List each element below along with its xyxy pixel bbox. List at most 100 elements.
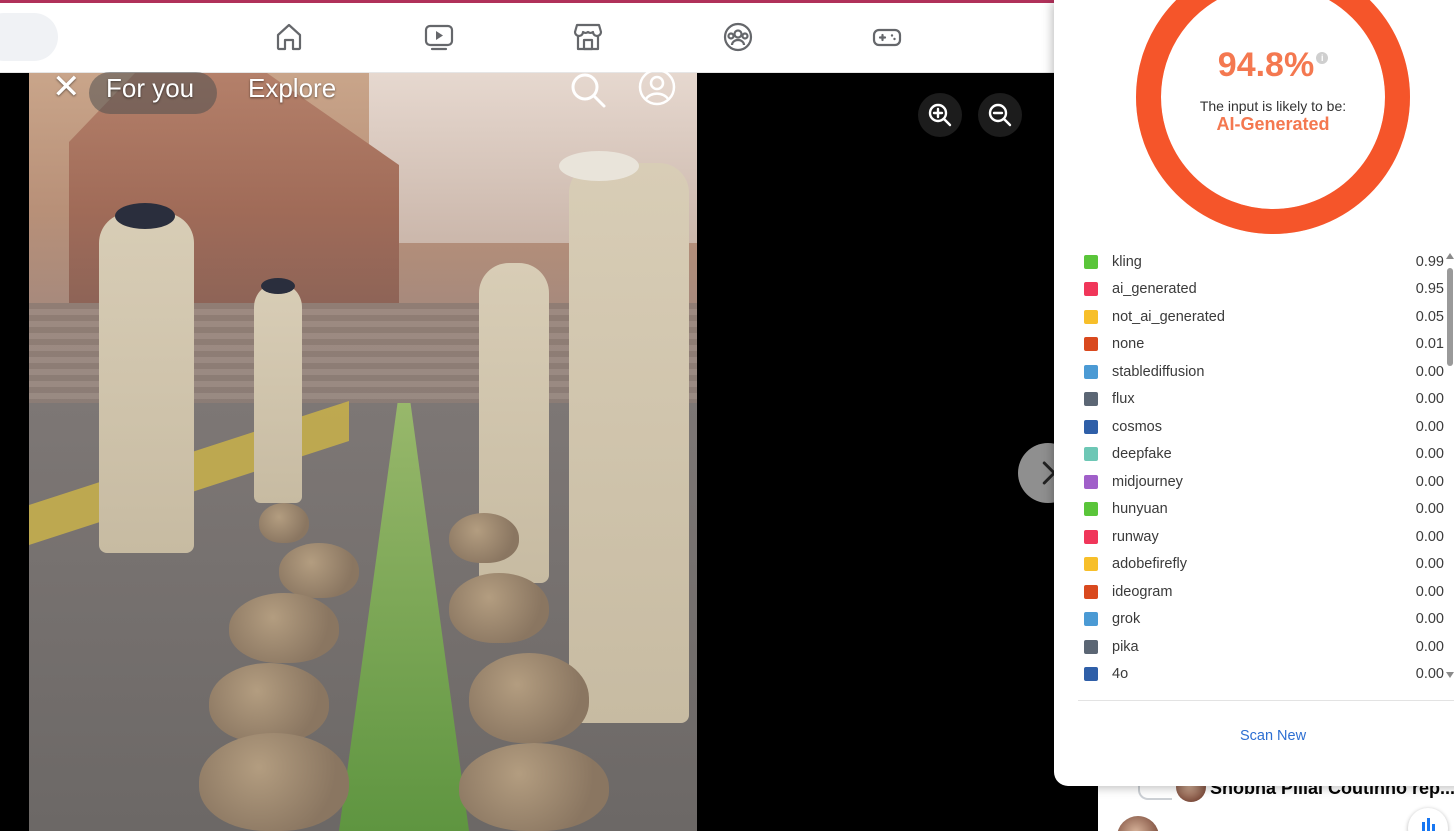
legend-swatch [1084,254,1098,269]
score-value: 0.01 [1415,336,1444,353]
score-row: deepfake 0.00 [1084,441,1444,469]
zoom-out-button[interactable] [978,93,1022,137]
scrollbar-thumb[interactable] [1447,268,1453,366]
score-value: 0.00 [1415,501,1444,518]
scroll-up-arrow[interactable] [1446,253,1454,259]
score-label: grok [1112,611,1141,628]
likely-label: The input is likely to be: [1199,98,1347,114]
ai-detector-panel: 94.8% i The input is likely to be: AI-Gen… [1054,0,1454,786]
divider [1078,700,1454,701]
score-value: 0.00 [1415,391,1444,408]
score-percent: 94.8% i [1054,46,1454,85]
zoom-out-icon [988,103,1012,127]
score-row: ai_generated 0.95 [1084,276,1444,304]
score-value: 0.00 [1415,528,1444,545]
score-label: flux [1112,391,1135,408]
legend-swatch [1084,612,1098,627]
score-value: 0.99 [1415,253,1444,270]
score-value: 0.00 [1415,363,1444,380]
score-row: kling 0.99 [1084,248,1444,276]
legend-swatch [1084,309,1098,324]
video-monkey [459,743,609,831]
home-icon[interactable] [272,20,306,54]
legend-swatch [1084,584,1098,599]
legend-swatch [1084,502,1098,517]
marketplace-icon[interactable] [571,20,605,54]
legend-swatch [1084,392,1098,407]
score-row: runway 0.00 [1084,523,1444,551]
score-row: midjourney 0.00 [1084,468,1444,496]
score-value: 0.00 [1415,611,1444,628]
search-icon[interactable] [568,70,608,110]
video-frame[interactable] [29,73,697,831]
legend-swatch [1084,337,1098,352]
video-monkey [449,573,549,643]
groups-icon[interactable] [721,20,755,54]
score-label: adobefirefly [1112,556,1187,573]
score-row: ideogram 0.00 [1084,578,1444,606]
score-row: cosmos 0.00 [1084,413,1444,441]
score-label: hunyuan [1112,501,1168,518]
legend-swatch [1084,667,1098,682]
video-monkey [229,593,339,663]
video-monkey [209,663,329,743]
video-officer-cap [559,151,639,181]
score-label: 4o [1112,666,1129,683]
video-monkey [199,733,349,831]
score-row: not_ai_generated 0.05 [1084,303,1444,331]
close-icon[interactable]: ✕ [52,70,81,104]
legend-swatch [1084,364,1098,379]
score-value: 0.00 [1415,418,1444,435]
gaming-icon[interactable] [870,20,904,54]
video-officer [254,283,302,503]
legend-swatch [1084,557,1098,572]
legend-swatch [1084,447,1098,462]
score-label: kling [1112,253,1142,270]
tab-explore[interactable]: Explore [248,73,336,104]
screen: ✕ For you Explore Shobha Pillai Coutinho… [0,0,1454,831]
score-value: 0.00 [1415,666,1444,683]
score-row: flux 0.00 [1084,386,1444,414]
reactions-bars-icon[interactable] [1408,808,1448,831]
score-label: midjourney [1112,473,1183,490]
score-row: grok 0.00 [1084,606,1444,634]
score-value: 0.00 [1415,638,1444,655]
score-label: ai_generated [1112,281,1197,298]
tab-for-you[interactable]: For you [106,73,194,104]
video-officer [569,163,689,723]
zoom-in-button[interactable] [918,93,962,137]
score-row: pika 0.00 [1084,633,1444,661]
score-value: 0.95 [1415,281,1444,298]
score-label: stablediffusion [1112,363,1205,380]
verdict-label: AI-Generated [1216,114,1330,134]
score-row: stablediffusion 0.00 [1084,358,1444,386]
score-label: ideogram [1112,583,1173,600]
score-value: 0.00 [1415,473,1444,490]
video-icon[interactable] [422,20,456,54]
score-value: 0.00 [1415,556,1444,573]
video-monkey [469,653,589,743]
score-list: kling 0.99 ai_generated 0.95 not_ai_generate… [1084,248,1444,688]
score-row: hunyuan 0.00 [1084,496,1444,524]
score-value: 0.00 [1415,446,1444,463]
profile-icon[interactable] [637,67,677,107]
score-label: deepfake [1112,446,1172,463]
video-officer-cap [261,278,295,294]
search-field[interactable] [0,13,58,61]
video-monkey [259,503,309,543]
zoom-in-icon [928,103,952,127]
legend-swatch [1084,282,1098,297]
score-percent-value: 94.8% [1217,46,1315,84]
score-label: not_ai_generated [1112,308,1225,325]
legend-swatch [1084,474,1098,489]
score-label: cosmos [1112,418,1162,435]
score-row: adobefirefly 0.00 [1084,551,1444,579]
score-label: runway [1112,528,1159,545]
scroll-down-arrow[interactable] [1446,672,1454,678]
score-value: 0.05 [1415,308,1444,325]
info-icon[interactable]: i [1316,52,1329,64]
scan-new-button[interactable]: Scan New [1054,728,1454,744]
score-label: none [1112,336,1145,353]
video-monkey [279,543,359,598]
video-monkey [449,513,519,563]
